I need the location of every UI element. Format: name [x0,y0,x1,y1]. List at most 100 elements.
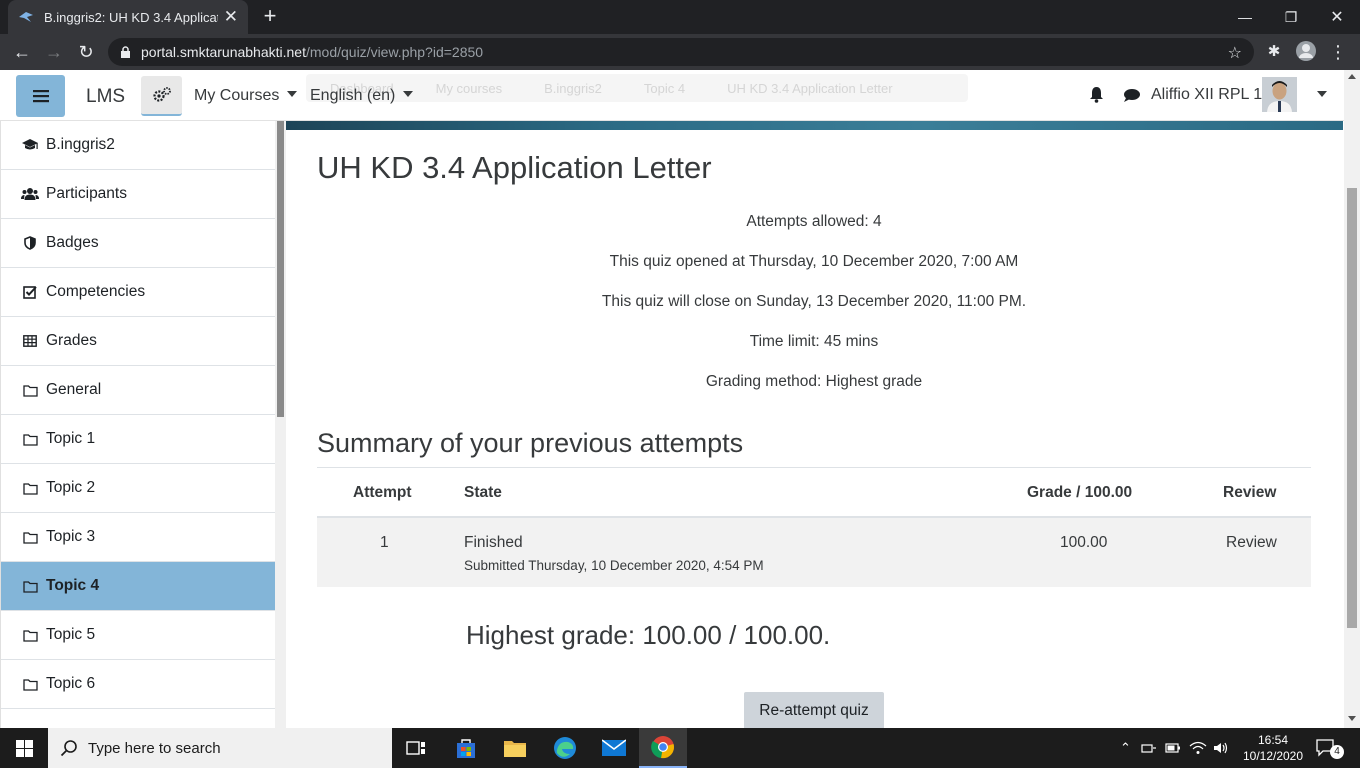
drawer-scrollbar-thumb[interactable] [277,121,284,417]
settings-button[interactable] [141,76,182,116]
highest-grade: Highest grade: 100.00 / 100.00. [466,620,831,650]
folder-icon [21,431,39,447]
wifi-icon[interactable] [1189,741,1207,755]
language-label: English (en) [310,87,396,104]
store-icon[interactable] [442,728,490,768]
sidebar-item-label: Badges [46,234,99,251]
clock[interactable]: 16:54 10/12/2020 [1242,728,1304,768]
sidebar-item-participants[interactable]: Participants [1,170,275,219]
user-menu-chevron-icon[interactable] [1317,91,1327,97]
sidebar-item-topic-4[interactable]: Topic 4 [1,562,275,611]
url-host: portal.smktarunabhakti.net [141,44,306,60]
page-title: UH KD 3.4 Application Letter [317,150,712,185]
my-courses-label: My Courses [194,87,280,104]
nav-drawer: B.inggris2 Participants Badges Competenc… [0,121,286,728]
sidebar-item-general[interactable]: General [1,366,275,415]
header-review: Review [1223,484,1277,501]
chrome-taskbar-icon[interactable] [639,728,687,768]
sidebar-item-label: Topic 5 [46,626,96,643]
sidebar-item-topic-3[interactable]: Topic 3 [1,513,275,562]
reload-button[interactable]: ↻ [74,40,98,64]
notification-count-badge: 4 [1330,745,1344,759]
my-courses-menu[interactable]: My Courses [194,87,298,105]
quiz-info-close: This quiz will close on Sunday, 13 Decem… [601,293,1027,310]
page-scrollbar[interactable] [1344,70,1360,728]
extensions-icon[interactable]: ✱ [1262,40,1286,64]
battery-plug-icon[interactable] [1141,741,1157,755]
scroll-up-icon[interactable] [1348,74,1356,79]
tab-title: B.inggris2: UH KD 3.4 Application Letter [44,9,218,25]
sidebar-item-badges[interactable]: Badges [1,219,275,268]
edge-browser-icon[interactable] [541,728,589,768]
avatar[interactable] [1262,77,1297,112]
sidebar-item-label: Participants [46,185,127,202]
drawer-scrollbar[interactable] [275,121,286,728]
windows-start-icon[interactable] [0,728,48,768]
graduation-cap-icon [21,137,39,153]
lock-icon [120,45,131,59]
folder-icon [21,578,39,594]
notifications-bell-icon[interactable] [1089,86,1104,108]
taskbar-search-box[interactable]: Type here to search [48,728,392,768]
reattempt-quiz-button[interactable]: Re-attempt quiz [744,692,884,728]
browser-menu-icon[interactable]: ⋮ [1326,40,1350,64]
clock-date: 10/12/2020 [1242,749,1304,763]
hamburger-icon [32,90,49,103]
file-explorer-icon[interactable] [491,728,539,768]
quiz-info-grading-method: Grading method: Highest grade [705,373,923,390]
user-name[interactable]: Aliffio XII RPL 1 [1151,86,1262,104]
scroll-down-icon[interactable] [1348,716,1356,721]
new-tab-button[interactable]: + [258,4,282,28]
search-placeholder: Type here to search [88,739,221,757]
bookmark-star-icon[interactable]: ☆ [1228,43,1242,63]
attempt-number: 1 [380,534,389,551]
close-window-button[interactable]: ✕ [1314,0,1360,34]
language-menu[interactable]: English (en) [310,87,414,105]
mail-icon[interactable] [590,728,638,768]
breadcrumb-item[interactable]: My courses [436,81,502,96]
sidebar-item-topic-6[interactable]: Topic 6 [1,660,275,709]
sidebar-item-course[interactable]: B.inggris2 [1,121,275,170]
sidebar-item-topic-1[interactable]: Topic 1 [1,415,275,464]
sidebar-item-label: B.inggris2 [46,136,115,153]
folder-icon [21,676,39,692]
battery-icon[interactable] [1165,741,1181,755]
volume-icon[interactable] [1213,741,1231,755]
action-center-icon[interactable]: 4 [1316,728,1352,768]
back-button[interactable]: ← [10,40,34,64]
sidebar-item-label: Topic 1 [46,430,96,447]
tab-close-icon[interactable]: ✕ [224,7,238,27]
page-scrollbar-thumb[interactable] [1347,188,1357,628]
sidebar-item-label: Topic 2 [46,479,96,496]
system-tray: ⌃ [1120,728,1241,768]
breadcrumb-item[interactable]: Topic 4 [644,81,685,96]
profile-avatar-icon[interactable] [1294,40,1318,64]
forward-button[interactable]: → [42,40,66,64]
browser-toolbar: ← → ↻ portal.smktarunabhakti.net/mod/qui… [0,34,1360,70]
address-bar[interactable]: portal.smktarunabhakti.net/mod/quiz/view… [108,38,1254,66]
show-hidden-icons-chevron-icon[interactable]: ⌃ [1120,740,1131,756]
sidebar-item-grades[interactable]: Grades [1,317,275,366]
sidebar-item-competencies[interactable]: Competencies [1,268,275,317]
folder-icon [21,529,39,545]
chevron-down-icon [403,91,414,97]
restore-button[interactable]: ❐ [1268,0,1314,34]
attempt-state: Finished [464,534,523,551]
messages-chat-icon[interactable] [1123,88,1141,108]
minimize-button[interactable]: — [1222,0,1268,34]
table-icon [21,333,39,349]
browser-tab[interactable]: B.inggris2: UH KD 3.4 Application Letter… [8,0,248,34]
sidebar-item-label: Topic 4 [46,577,100,594]
breadcrumb-item[interactable]: B.inggris2 [544,81,602,96]
browser-tab-bar: B.inggris2: UH KD 3.4 Application Letter… [0,0,1360,34]
drawer-toggle-button[interactable] [16,75,65,117]
sidebar-item-topic-5[interactable]: Topic 5 [1,611,275,660]
site-brand[interactable]: LMS [86,86,125,108]
task-view-icon[interactable] [394,728,438,768]
sidebar-item-topic-2[interactable]: Topic 2 [1,464,275,513]
summary-heading: Summary of your previous attempts [317,428,744,458]
breadcrumb-item: UH KD 3.4 Application Letter [727,80,893,96]
course-banner [286,121,1343,130]
review-link[interactable]: Review [1226,534,1277,552]
os-taskbar: Type here to search ⌃ 16:54 10/12/2020 4 [0,728,1360,768]
